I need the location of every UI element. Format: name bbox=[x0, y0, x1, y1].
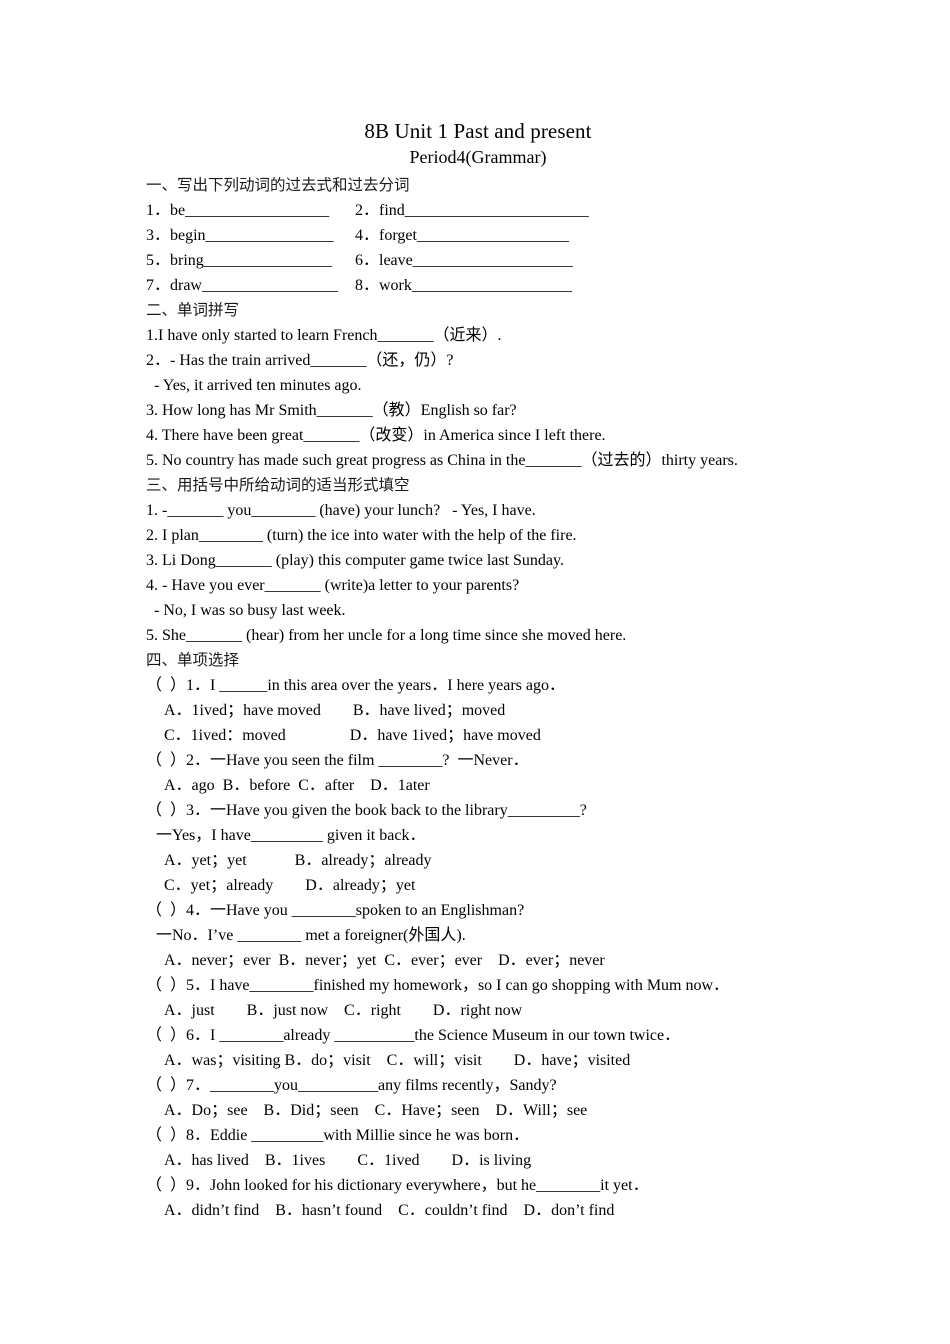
section-two: 二、单词拼写 1.I have only started to learn Fr… bbox=[146, 298, 810, 473]
mc-question-4: （ ）4．一Have you ________spoken to an Engl… bbox=[146, 898, 810, 973]
mc-question-4-options-row-1: A．never；ever B．never；yet C．ever；ever D．e… bbox=[164, 952, 605, 969]
mc-question-2: （ ）2．一Have you seen the film ________? 一… bbox=[146, 748, 810, 798]
mc-question-9: （ ）9．John looked for his dictionary ever… bbox=[146, 1173, 810, 1223]
mc-question-3: （ ）3．一Have you given the book back to th… bbox=[146, 798, 810, 898]
worksheet-page: 8B Unit 1 Past and present Period4(Gramm… bbox=[0, 0, 950, 1344]
mc-question-8-stem: （ ）8．Eddie _________with Millie since he… bbox=[146, 1127, 530, 1144]
mc-question-3-stem: （ ）3．一Have you given the book back to th… bbox=[146, 802, 587, 819]
mc-question-9-options-row-1: A．didn’t find B．hasn’t found C．couldn’t … bbox=[164, 1202, 615, 1219]
section-four-heading: 四、单项选择 bbox=[146, 652, 240, 669]
mc-question-7-stem: （ ）7．________you__________any films rece… bbox=[146, 1077, 557, 1094]
spelling-item-2: 2．- Has the train arrived_______（还，仍）? bbox=[146, 352, 454, 369]
mc-question-2-stem: （ ）2．一Have you seen the film ________? 一… bbox=[146, 752, 529, 769]
section-one: 一、写出下列动词的过去式和过去分词 1．be__________________… bbox=[146, 173, 810, 298]
verb-item-1: 1．be__________________ bbox=[146, 202, 330, 219]
mc-question-5-options-row-1: A．just B．just now C．right D．right now bbox=[164, 1002, 523, 1019]
verbform-item-4: 4. - Have you ever_______ (write)a lette… bbox=[146, 577, 520, 594]
verb-item-8: 8．work____________________ bbox=[355, 277, 572, 294]
mc-question-4-extra: 一No．I’ve ________ met a foreigner(外国人). bbox=[156, 927, 466, 944]
mc-question-7-options-row-1: A．Do；see B．Did；seen C．Have；seen D．Will；s… bbox=[164, 1102, 588, 1119]
mc-question-1-stem: （ ）1．I ______in this area over the years… bbox=[146, 677, 565, 694]
mc-question-6: （ ）6．I ________already __________the Sci… bbox=[146, 1023, 810, 1073]
verbform-item-2: 2. I plan________ (turn) the ice into wa… bbox=[146, 527, 577, 544]
mc-question-7: （ ）7．________you__________any films rece… bbox=[146, 1073, 810, 1123]
mc-question-4-stem: （ ）4．一Have you ________spoken to an Engl… bbox=[146, 902, 525, 919]
mc-question-1-options-row-2: C．1ived：moved D．have 1ived；have moved bbox=[164, 727, 541, 744]
spelling-item-1: 1.I have only started to learn French___… bbox=[146, 327, 502, 344]
mc-question-9-stem: （ ）9．John looked for his dictionary ever… bbox=[146, 1177, 649, 1194]
verbform-item-1: 1. -_______ you________ (have) your lunc… bbox=[146, 502, 536, 519]
section-three: 三、用括号中所给动词的适当形式填空 1. -_______ you_______… bbox=[146, 473, 810, 648]
page-title: 8B Unit 1 Past and present bbox=[364, 119, 592, 143]
mc-question-2-options-row-1: A．ago B．before C．after D．1ater bbox=[164, 777, 430, 794]
verb-item-2: 2．find_______________________ bbox=[355, 202, 589, 219]
section-two-heading: 二、单词拼写 bbox=[146, 302, 240, 319]
verbform-item-4-reply: - No, I was so busy last week. bbox=[146, 602, 346, 619]
mc-question-3-options-row-1: A．yet；yet B．already；already bbox=[164, 852, 432, 869]
page-subtitle: Period4(Grammar) bbox=[409, 147, 547, 167]
section-four: 四、单项选择 （ ）1．I ______in this area over th… bbox=[146, 648, 810, 1223]
mc-question-1: （ ）1．I ______in this area over the years… bbox=[146, 673, 810, 748]
mc-question-8-options-row-1: A．has lived B．1ives C．1ived D．is living bbox=[164, 1152, 532, 1169]
verbform-item-5: 5. She_______ (hear) from her uncle for … bbox=[146, 627, 627, 644]
verbform-item-3: 3. Li Dong_______ (play) this computer g… bbox=[146, 552, 564, 569]
spelling-item-2-reply: - Yes, it arrived ten minutes ago. bbox=[146, 377, 362, 394]
mc-question-5-stem: （ ）5．I have________finished my homework，… bbox=[146, 977, 730, 994]
verb-item-4: 4．forget___________________ bbox=[355, 227, 569, 244]
mc-question-1-options-row-1: A．1ived；have moved B．have lived；moved bbox=[164, 702, 506, 719]
verb-item-5: 5．bring________________ bbox=[146, 252, 332, 269]
verb-item-7: 7．draw_________________ bbox=[146, 277, 338, 294]
spelling-item-4: 4. There have been great_______（改变）in Am… bbox=[146, 427, 606, 444]
mc-question-6-options-row-1: A．was；visiting B．do；visit C．will；visit D… bbox=[164, 1052, 631, 1069]
spelling-item-3: 3. How long has Mr Smith_______（教）Englis… bbox=[146, 402, 517, 419]
mc-question-6-stem: （ ）6．I ________already __________the Sci… bbox=[146, 1027, 681, 1044]
verb-item-6: 6．leave____________________ bbox=[355, 252, 573, 269]
verb-forms-grid: 1．be__________________ 2．find___________… bbox=[146, 198, 810, 298]
mc-question-3-options-row-2: C．yet；already D．already；yet bbox=[164, 877, 416, 894]
mc-question-5: （ ）5．I have________finished my homework，… bbox=[146, 973, 810, 1023]
spelling-item-5: 5. No country has made such great progre… bbox=[146, 452, 738, 469]
mc-question-3-extra: 一Yes，I have_________ given it back． bbox=[156, 827, 426, 844]
verb-item-3: 3．begin________________ bbox=[146, 227, 334, 244]
section-one-heading: 一、写出下列动词的过去式和过去分词 bbox=[146, 177, 410, 194]
mc-question-8: （ ）8．Eddie _________with Millie since he… bbox=[146, 1123, 810, 1173]
section-three-heading: 三、用括号中所给动词的适当形式填空 bbox=[146, 477, 410, 494]
